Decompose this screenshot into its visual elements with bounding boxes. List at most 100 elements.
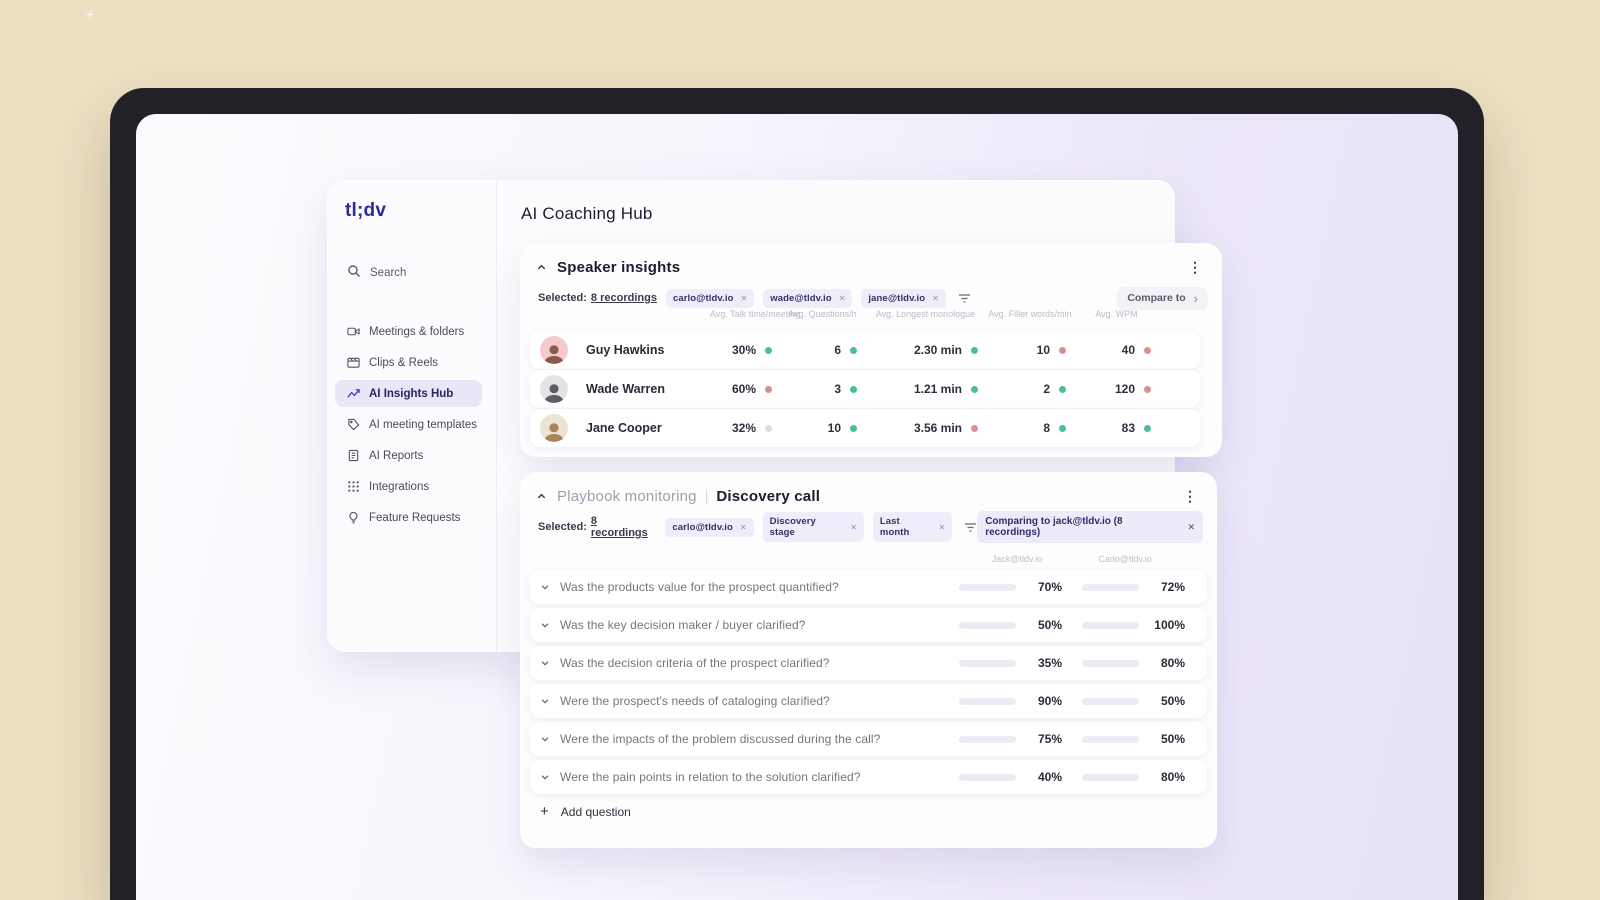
carlo-percent: 72% (1160, 580, 1185, 594)
selected-recordings-link[interactable]: 8 recordings (591, 515, 656, 539)
status-dot (970, 424, 978, 432)
carlo-progress-bar (1082, 621, 1139, 629)
sidebar-item-feature-requests[interactable]: Feature Requests (327, 502, 496, 533)
chevron-down-icon[interactable] (540, 734, 550, 744)
status-dot (1058, 346, 1066, 354)
status-dot (849, 424, 857, 432)
questions-value: 3 (834, 382, 841, 396)
collapse-chevron-up-icon[interactable] (536, 491, 547, 502)
speaker-name: Wade Warren (586, 382, 665, 396)
close-icon[interactable]: ✕ (850, 523, 857, 532)
decorative-sparkle: + (86, 6, 95, 22)
kebab-menu-icon[interactable]: ⋮ (1179, 487, 1201, 505)
monologue-value: 3.56 min (913, 421, 962, 435)
sidebar-item-ai-meeting-templates[interactable]: AI meeting templates (327, 409, 496, 440)
title-separator: | (704, 488, 709, 504)
lightbulb-icon (347, 511, 360, 524)
status-dot (1143, 346, 1151, 354)
playbook-header: Playbook monitoring | Discovery call ⋮ (520, 484, 1217, 508)
carlo-progress-bar (1082, 659, 1139, 667)
kebab-menu-icon[interactable]: ⋮ (1184, 258, 1206, 276)
chevron-down-icon[interactable] (540, 772, 550, 782)
talk-time-value: 30% (731, 343, 756, 357)
speaker-row-guy-hawkins[interactable]: Guy Hawkins 30% 6 2.30 min 10 40 (530, 331, 1200, 369)
clapperboard-icon (347, 356, 360, 369)
chevron-down-icon[interactable] (540, 696, 550, 706)
chevron-down-icon[interactable] (540, 658, 550, 668)
selected-label: Selected: (538, 292, 587, 304)
status-dot (1143, 385, 1151, 393)
status-dot (970, 346, 978, 354)
tldv-logo: tl;dv (345, 200, 387, 221)
jack-progress-bar (959, 659, 1016, 667)
sidebar-item-clips-reels[interactable]: Clips & Reels (327, 347, 496, 378)
speaker-filters-row: Selected: 8 recordings carlo@tldv.io ✕ w… (538, 286, 1208, 310)
carlo-percent: 80% (1160, 770, 1185, 784)
question-row[interactable]: Was the decision criteria of the prospec… (530, 646, 1207, 680)
question-row[interactable]: Were the pain points in relation to the … (530, 760, 1207, 794)
card-title-muted: Playbook monitoring (557, 487, 697, 505)
sidebar-item-label: Feature Requests (369, 511, 461, 524)
sidebar-item-ai-insights-hub[interactable]: AI Insights Hub (335, 380, 482, 407)
close-icon[interactable]: ✕ (741, 294, 748, 303)
filter-chip-carlo[interactable]: carlo@tldv.io ✕ (665, 288, 755, 308)
search-button[interactable]: Search (347, 264, 406, 281)
search-icon (347, 264, 361, 281)
status-dot (1143, 424, 1151, 432)
status-dot (1058, 385, 1066, 393)
close-icon[interactable]: ✕ (1187, 522, 1195, 533)
filler-words-value: 2 (1043, 382, 1050, 396)
avatar (540, 336, 568, 364)
question-row[interactable]: Was the key decision maker / buyer clari… (530, 608, 1207, 642)
speaker-name: Guy Hawkins (586, 343, 665, 357)
card-title: Speaker insights (557, 258, 681, 276)
laptop-frame: tl;dv Search Meetings & folders Clips & … (110, 88, 1484, 900)
card-title: Discovery call (716, 487, 821, 505)
jack-percent: 70% (1037, 580, 1062, 594)
tag-icon (347, 418, 360, 431)
jack-progress-bar (959, 773, 1016, 781)
compare-to-button[interactable]: Compare to › (1117, 286, 1208, 310)
filter-icon[interactable] (964, 522, 977, 533)
sidebar-nav: Meetings & folders Clips & Reels AI Insi… (327, 316, 496, 533)
close-icon[interactable]: ✕ (932, 294, 939, 303)
comparing-to-chip[interactable]: Comparing to jack@tldv.io (8 recordings)… (977, 511, 1203, 543)
carlo-percent: 50% (1160, 732, 1185, 746)
close-icon[interactable]: ✕ (839, 294, 846, 303)
question-text: Was the products value for the prospect … (560, 580, 839, 594)
close-icon[interactable]: ✕ (939, 523, 946, 532)
question-row[interactable]: Was the products value for the prospect … (530, 570, 1207, 604)
filter-chip-last-month[interactable]: Last month ✕ (872, 512, 953, 542)
selected-recordings-link[interactable]: 8 recordings (591, 292, 657, 304)
status-dot (764, 346, 772, 354)
filter-chip-wade[interactable]: wade@tldv.io ✕ (763, 288, 853, 308)
question-row[interactable]: Were the prospect's needs of cataloging … (530, 684, 1207, 718)
jack-percent: 75% (1037, 732, 1062, 746)
filter-chip-carlo[interactable]: carlo@tldv.io ✕ (665, 517, 754, 537)
chevron-down-icon[interactable] (540, 620, 550, 630)
jack-progress-bar (959, 621, 1016, 629)
close-icon[interactable]: ✕ (740, 523, 747, 532)
filler-words-value: 10 (1036, 343, 1050, 357)
sidebar-item-integrations[interactable]: Integrations (327, 471, 496, 502)
sidebar-item-ai-reports[interactable]: AI Reports (327, 440, 496, 471)
speaker-row-jane-cooper[interactable]: Jane Cooper 32% 10 3.56 min 8 83 (530, 409, 1200, 447)
jack-percent: 50% (1037, 618, 1062, 632)
video-camera-icon (347, 325, 360, 338)
speaker-row-wade-warren[interactable]: Wade Warren 60% 3 1.21 min 2 120 (530, 370, 1200, 408)
sidebar-item-meetings-folders[interactable]: Meetings & folders (327, 316, 496, 347)
status-dot (849, 346, 857, 354)
carlo-progress-bar (1082, 583, 1139, 591)
sidebar-item-label: AI meeting templates (369, 418, 478, 431)
filter-icon[interactable] (958, 293, 971, 304)
add-question-button[interactable]: + Add question (540, 804, 631, 819)
chevron-down-icon[interactable] (540, 582, 550, 592)
collapse-chevron-up-icon[interactable] (536, 262, 547, 273)
grid-dots-icon (347, 480, 360, 493)
filter-chip-discovery-stage[interactable]: Discovery stage ✕ (762, 512, 864, 542)
filter-chip-jane[interactable]: jane@tldv.io ✕ (861, 288, 946, 308)
question-row[interactable]: Were the impacts of the problem discusse… (530, 722, 1207, 756)
avatar (540, 375, 568, 403)
carlo-progress-bar (1082, 735, 1139, 743)
question-text: Were the pain points in relation to the … (560, 770, 861, 784)
